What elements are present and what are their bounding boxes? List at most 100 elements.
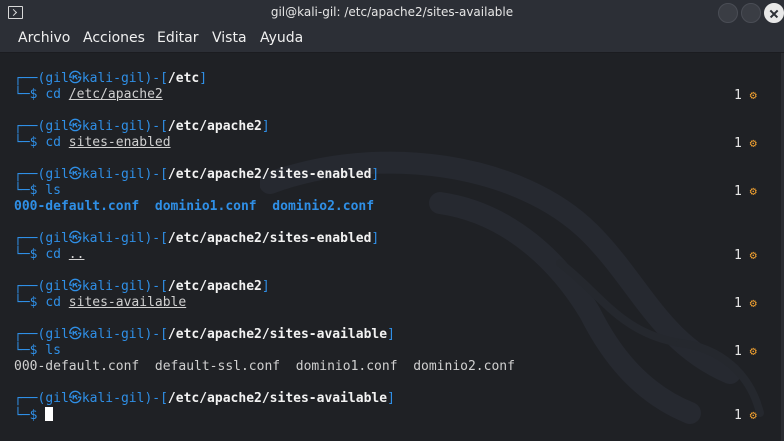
prompt-corner: └─ <box>14 295 30 310</box>
file-entry: dominio1.conf <box>154 199 257 214</box>
exit-status: 1 ⚙ <box>734 407 774 423</box>
prompt-host: kali-gil <box>81 391 145 406</box>
menu-editar[interactable]: Editar <box>157 30 198 46</box>
prompt-host: kali-gil <box>81 71 145 86</box>
terminal-window: gil@kali-gil: /etc/apache2/sites-availab… <box>0 0 784 441</box>
terminal-output[interactable]: ┌──(gil㉿kali-gil)-[/etc] └─$ cd /etc/apac… <box>0 53 784 441</box>
maximize-button[interactable] <box>741 3 761 23</box>
exit-status: 1 ⚙ <box>734 87 774 103</box>
command-argument: .. <box>68 247 85 262</box>
gear-icon: ⚙ <box>749 296 757 310</box>
exit-status: 1 ⚙ <box>734 135 774 151</box>
prompt-bracket-mid: )-[ <box>144 279 168 294</box>
command-line: └─$ <box>14 407 54 423</box>
prompt-bracket-open: ┌──( <box>14 327 46 342</box>
gear-icon: ⚙ <box>749 344 757 358</box>
prompt-bracket-open: ┌──( <box>14 71 46 86</box>
prompt-cwd: /etc/apache2/sites-enabled <box>167 231 372 246</box>
prompt-bracket-close: ] <box>387 327 395 342</box>
prompt-bracket-mid: )-[ <box>144 119 168 134</box>
prompt-bracket-open: ┌──( <box>14 119 46 134</box>
exit-status-number: 1 <box>734 408 742 423</box>
prompt-bracket-close: ] <box>261 279 270 294</box>
window-title: gil@kali-gil: /etc/apache2/sites-availab… <box>270 5 514 19</box>
file-entry: 000-default.conf <box>14 359 140 374</box>
prompt-bracket-close: ] <box>387 391 395 406</box>
command-name: ls <box>45 183 61 198</box>
prompt-user: gil <box>45 119 69 134</box>
prompt-bracket-open: ┌──( <box>14 391 46 406</box>
command-argument: /etc/apache2 <box>68 87 163 102</box>
prompt-corner: └─ <box>14 87 30 102</box>
prompt-dollar: $ <box>29 135 38 150</box>
prompt-user: gil <box>45 167 69 182</box>
file-entry: 000-default.conf <box>14 199 140 214</box>
prompt-bracket-mid: )-[ <box>144 167 168 182</box>
prompt-at-symbol: ㉿ <box>68 327 82 342</box>
prompt-dollar: $ <box>29 295 38 310</box>
gear-icon: ⚙ <box>749 136 757 150</box>
prompt-user: gil <box>45 327 69 342</box>
prompt-user: gil <box>45 391 69 406</box>
gear-icon: ⚙ <box>749 184 757 198</box>
prompt-cwd: /etc/apache2/sites-available <box>167 327 388 342</box>
command-line: └─$ cd sites-enabled <box>14 135 171 151</box>
exit-status-number: 1 <box>734 88 742 103</box>
prompt-host: kali-gil <box>81 167 145 182</box>
ls-output: 000-default.conf default-ssl.conf domini… <box>14 359 515 375</box>
text-cursor[interactable] <box>45 407 54 421</box>
command-line: └─$ ls <box>14 343 61 359</box>
file-entry: dominio2.conf <box>272 199 375 214</box>
exit-status-number: 1 <box>734 344 742 359</box>
prompt-bracket-mid: )-[ <box>144 391 168 406</box>
command-name: ls <box>45 343 61 358</box>
file-entry: dominio2.conf <box>413 359 515 374</box>
prompt-user: gil <box>45 71 69 86</box>
prompt-cwd: /etc/apache2 <box>167 119 262 134</box>
prompt-dollar: $ <box>29 247 38 262</box>
command-name: cd <box>45 295 61 310</box>
prompt-user: gil <box>45 279 69 294</box>
prompt-host: kali-gil <box>81 231 145 246</box>
prompt-user: gil <box>45 231 69 246</box>
prompt-bracket-open: ┌──( <box>14 167 46 182</box>
prompt-bracket-close: ] <box>261 119 270 134</box>
prompt-at-symbol: ㉿ <box>68 391 82 406</box>
command-argument: sites-enabled <box>68 135 171 150</box>
command-name: cd <box>45 87 61 102</box>
title-bar[interactable]: gil@kali-gil: /etc/apache2/sites-availab… <box>0 0 784 26</box>
prompt-bracket-close: ] <box>371 231 380 246</box>
prompt-corner: └─ <box>14 183 30 198</box>
prompt-corner: └─ <box>14 135 30 150</box>
prompt-host: kali-gil <box>81 279 145 294</box>
command-line: └─$ ls <box>14 183 61 199</box>
exit-status-number: 1 <box>734 296 742 311</box>
prompt-at-symbol: ㉿ <box>68 119 82 134</box>
prompt-bracket-close: ] <box>199 71 208 86</box>
prompt-header: ┌──(gil㉿kali-gil)-[/etc/apache2/sites-en… <box>14 231 379 247</box>
exit-status: 1 ⚙ <box>734 343 774 359</box>
exit-status: 1 ⚙ <box>734 247 774 263</box>
prompt-host: kali-gil <box>81 327 145 342</box>
prompt-corner: └─ <box>14 343 30 358</box>
exit-status-number: 1 <box>734 248 742 263</box>
prompt-header: ┌──(gil㉿kali-gil)-[/etc/apache2/sites-en… <box>14 167 379 183</box>
prompt-bracket-open: ┌──( <box>14 279 46 294</box>
file-entry: default-ssl.conf <box>154 359 281 374</box>
exit-status: 1 ⚙ <box>734 183 774 199</box>
menu-archivo[interactable]: Archivo <box>18 30 70 46</box>
prompt-dollar: $ <box>29 343 38 358</box>
menu-acciones[interactable]: Acciones <box>83 30 145 46</box>
prompt-dollar: $ <box>29 183 38 198</box>
prompt-bracket-mid: )-[ <box>144 231 168 246</box>
prompt-at-symbol: ㉿ <box>68 167 82 182</box>
command-argument: sites-available <box>68 295 187 310</box>
menu-vista[interactable]: Vista <box>212 30 247 46</box>
minimize-button[interactable] <box>718 3 738 23</box>
exit-status-number: 1 <box>734 184 742 199</box>
exit-status-number: 1 <box>734 136 742 151</box>
menu-ayuda[interactable]: Ayuda <box>260 30 303 46</box>
close-button[interactable] <box>764 3 784 23</box>
prompt-dollar: $ <box>29 408 38 423</box>
exit-status: 1 ⚙ <box>734 295 774 311</box>
